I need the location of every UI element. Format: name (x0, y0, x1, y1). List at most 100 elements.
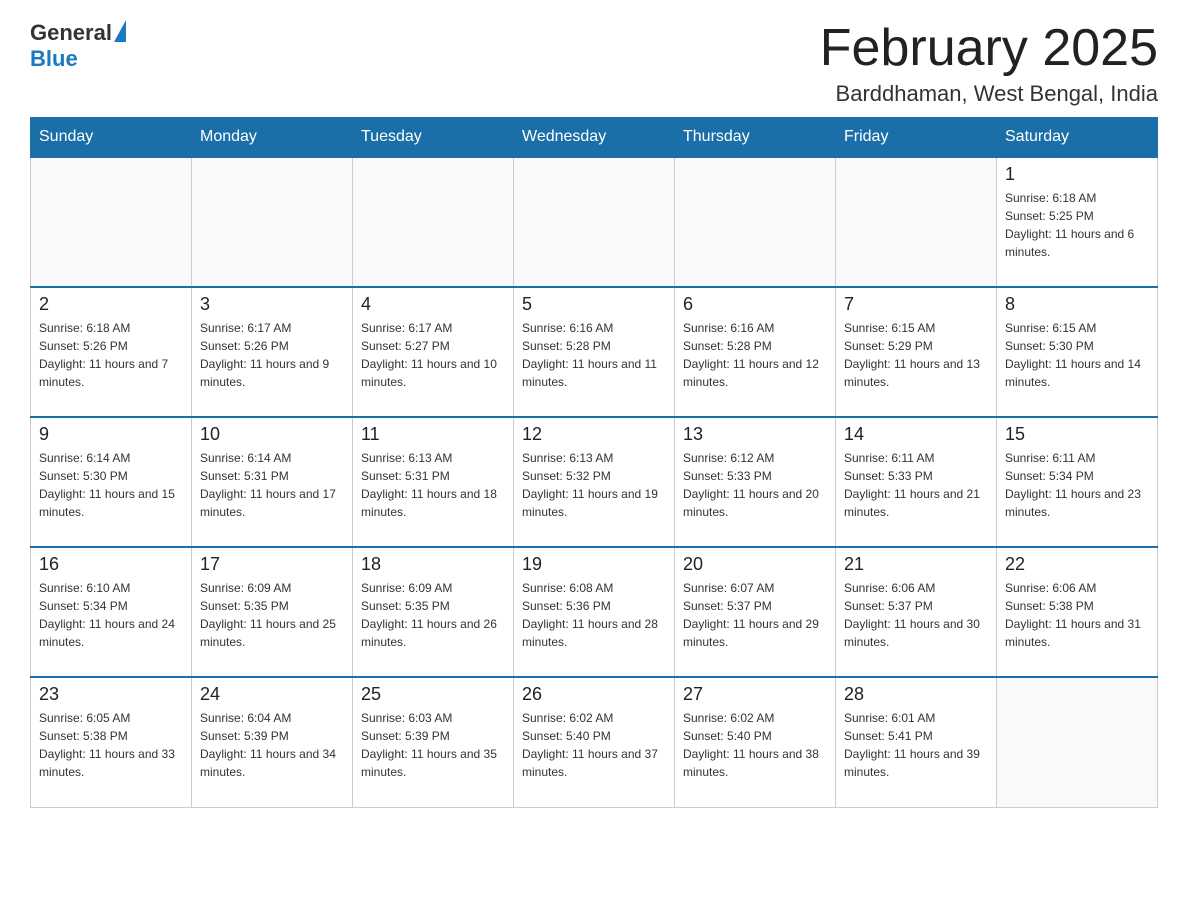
day-number: 17 (200, 554, 344, 575)
day-info: Sunrise: 6:14 AMSunset: 5:30 PMDaylight:… (39, 449, 183, 521)
day-number: 28 (844, 684, 988, 705)
calendar-header-monday: Monday (192, 118, 353, 158)
day-info: Sunrise: 6:03 AMSunset: 5:39 PMDaylight:… (361, 709, 505, 781)
day-number: 24 (200, 684, 344, 705)
calendar-header-friday: Friday (836, 118, 997, 158)
calendar-cell: 13 Sunrise: 6:12 AMSunset: 5:33 PMDayligh… (675, 417, 836, 547)
week-row-0: 1 Sunrise: 6:18 AMSunset: 5:25 PMDaylight… (31, 157, 1158, 287)
calendar-cell: 26 Sunrise: 6:02 AMSunset: 5:40 PMDayligh… (514, 677, 675, 807)
day-number: 18 (361, 554, 505, 575)
day-number: 9 (39, 424, 183, 445)
day-number: 11 (361, 424, 505, 445)
day-info: Sunrise: 6:18 AMSunset: 5:25 PMDaylight:… (1005, 189, 1149, 261)
calendar-cell (836, 157, 997, 287)
calendar-cell: 12 Sunrise: 6:13 AMSunset: 5:32 PMDayligh… (514, 417, 675, 547)
day-info: Sunrise: 6:09 AMSunset: 5:35 PMDaylight:… (200, 579, 344, 651)
calendar-cell: 17 Sunrise: 6:09 AMSunset: 5:35 PMDayligh… (192, 547, 353, 677)
day-number: 8 (1005, 294, 1149, 315)
calendar-cell: 11 Sunrise: 6:13 AMSunset: 5:31 PMDayligh… (353, 417, 514, 547)
week-row-2: 9 Sunrise: 6:14 AMSunset: 5:30 PMDaylight… (31, 417, 1158, 547)
day-info: Sunrise: 6:11 AMSunset: 5:33 PMDaylight:… (844, 449, 988, 521)
day-info: Sunrise: 6:04 AMSunset: 5:39 PMDaylight:… (200, 709, 344, 781)
day-number: 20 (683, 554, 827, 575)
calendar-cell: 2 Sunrise: 6:18 AMSunset: 5:26 PMDaylight… (31, 287, 192, 417)
calendar-cell: 21 Sunrise: 6:06 AMSunset: 5:37 PMDayligh… (836, 547, 997, 677)
calendar-cell: 8Sunrise: 6:15 AMSunset: 5:30 PMDaylight… (997, 287, 1158, 417)
logo: General Blue (30, 20, 128, 72)
week-row-4: 23 Sunrise: 6:05 AMSunset: 5:38 PMDayligh… (31, 677, 1158, 807)
day-number: 6 (683, 294, 827, 315)
day-number: 10 (200, 424, 344, 445)
calendar-cell: 20 Sunrise: 6:07 AMSunset: 5:37 PMDayligh… (675, 547, 836, 677)
title-section: February 2025 Barddhaman, West Bengal, I… (820, 20, 1158, 107)
calendar-cell: 25 Sunrise: 6:03 AMSunset: 5:39 PMDayligh… (353, 677, 514, 807)
day-info: Sunrise: 6:16 AMSunset: 5:28 PMDaylight:… (522, 319, 666, 391)
calendar-cell (31, 157, 192, 287)
calendar-cell: 4 Sunrise: 6:17 AMSunset: 5:27 PMDaylight… (353, 287, 514, 417)
calendar-cell: 6 Sunrise: 6:16 AMSunset: 5:28 PMDaylight… (675, 287, 836, 417)
calendar-cell: 18Sunrise: 6:09 AMSunset: 5:35 PMDayligh… (353, 547, 514, 677)
day-info: Sunrise: 6:02 AMSunset: 5:40 PMDaylight:… (522, 709, 666, 781)
day-info: Sunrise: 6:15 AMSunset: 5:29 PMDaylight:… (844, 319, 988, 391)
calendar-cell (192, 157, 353, 287)
day-number: 21 (844, 554, 988, 575)
day-info: Sunrise: 6:05 AMSunset: 5:38 PMDaylight:… (39, 709, 183, 781)
week-row-3: 16 Sunrise: 6:10 AMSunset: 5:34 PMDayligh… (31, 547, 1158, 677)
logo-blue-text: Blue (30, 46, 78, 71)
day-number: 16 (39, 554, 183, 575)
calendar-cell: 16 Sunrise: 6:10 AMSunset: 5:34 PMDayligh… (31, 547, 192, 677)
day-info: Sunrise: 6:13 AMSunset: 5:31 PMDaylight:… (361, 449, 505, 521)
day-number: 14 (844, 424, 988, 445)
calendar-header-tuesday: Tuesday (353, 118, 514, 158)
day-info: Sunrise: 6:16 AMSunset: 5:28 PMDaylight:… (683, 319, 827, 391)
day-number: 1 (1005, 164, 1149, 185)
day-info: Sunrise: 6:12 AMSunset: 5:33 PMDaylight:… (683, 449, 827, 521)
day-number: 19 (522, 554, 666, 575)
day-number: 12 (522, 424, 666, 445)
logo-triangle-icon (114, 20, 126, 42)
calendar-cell: 24 Sunrise: 6:04 AMSunset: 5:39 PMDayligh… (192, 677, 353, 807)
day-info: Sunrise: 6:18 AMSunset: 5:26 PMDaylight:… (39, 319, 183, 391)
day-number: 2 (39, 294, 183, 315)
day-info: Sunrise: 6:13 AMSunset: 5:32 PMDaylight:… (522, 449, 666, 521)
calendar-header-wednesday: Wednesday (514, 118, 675, 158)
calendar-cell: 3 Sunrise: 6:17 AMSunset: 5:26 PMDaylight… (192, 287, 353, 417)
page-header: General Blue February 2025 Barddhaman, W… (30, 20, 1158, 107)
calendar-header-sunday: Sunday (31, 118, 192, 158)
calendar-header-saturday: Saturday (997, 118, 1158, 158)
day-info: Sunrise: 6:02 AMSunset: 5:40 PMDaylight:… (683, 709, 827, 781)
day-number: 23 (39, 684, 183, 705)
day-number: 5 (522, 294, 666, 315)
month-title: February 2025 (820, 20, 1158, 77)
day-number: 13 (683, 424, 827, 445)
day-info: Sunrise: 6:07 AMSunset: 5:37 PMDaylight:… (683, 579, 827, 651)
day-number: 15 (1005, 424, 1149, 445)
calendar-cell: 23 Sunrise: 6:05 AMSunset: 5:38 PMDayligh… (31, 677, 192, 807)
day-info: Sunrise: 6:17 AMSunset: 5:27 PMDaylight:… (361, 319, 505, 391)
day-info: Sunrise: 6:01 AMSunset: 5:41 PMDaylight:… (844, 709, 988, 781)
calendar-table: SundayMondayTuesdayWednesdayThursdayFrid… (30, 117, 1158, 808)
location-title: Barddhaman, West Bengal, India (820, 81, 1158, 107)
day-number: 25 (361, 684, 505, 705)
day-info: Sunrise: 6:06 AMSunset: 5:38 PMDaylight:… (1005, 579, 1149, 651)
calendar-header-thursday: Thursday (675, 118, 836, 158)
calendar-cell (675, 157, 836, 287)
day-number: 26 (522, 684, 666, 705)
calendar-cell: 10Sunrise: 6:14 AMSunset: 5:31 PMDayligh… (192, 417, 353, 547)
day-info: Sunrise: 6:10 AMSunset: 5:34 PMDaylight:… (39, 579, 183, 651)
day-info: Sunrise: 6:06 AMSunset: 5:37 PMDaylight:… (844, 579, 988, 651)
calendar-cell (997, 677, 1158, 807)
calendar-cell: 28 Sunrise: 6:01 AMSunset: 5:41 PMDayligh… (836, 677, 997, 807)
calendar-cell: 15 Sunrise: 6:11 AMSunset: 5:34 PMDayligh… (997, 417, 1158, 547)
day-number: 3 (200, 294, 344, 315)
calendar-cell: 22 Sunrise: 6:06 AMSunset: 5:38 PMDayligh… (997, 547, 1158, 677)
day-number: 22 (1005, 554, 1149, 575)
day-info: Sunrise: 6:17 AMSunset: 5:26 PMDaylight:… (200, 319, 344, 391)
calendar-cell: 19Sunrise: 6:08 AMSunset: 5:36 PMDayligh… (514, 547, 675, 677)
day-number: 7 (844, 294, 988, 315)
day-number: 27 (683, 684, 827, 705)
day-info: Sunrise: 6:11 AMSunset: 5:34 PMDaylight:… (1005, 449, 1149, 521)
calendar-cell: 27 Sunrise: 6:02 AMSunset: 5:40 PMDayligh… (675, 677, 836, 807)
day-number: 4 (361, 294, 505, 315)
calendar-header-row: SundayMondayTuesdayWednesdayThursdayFrid… (31, 118, 1158, 158)
